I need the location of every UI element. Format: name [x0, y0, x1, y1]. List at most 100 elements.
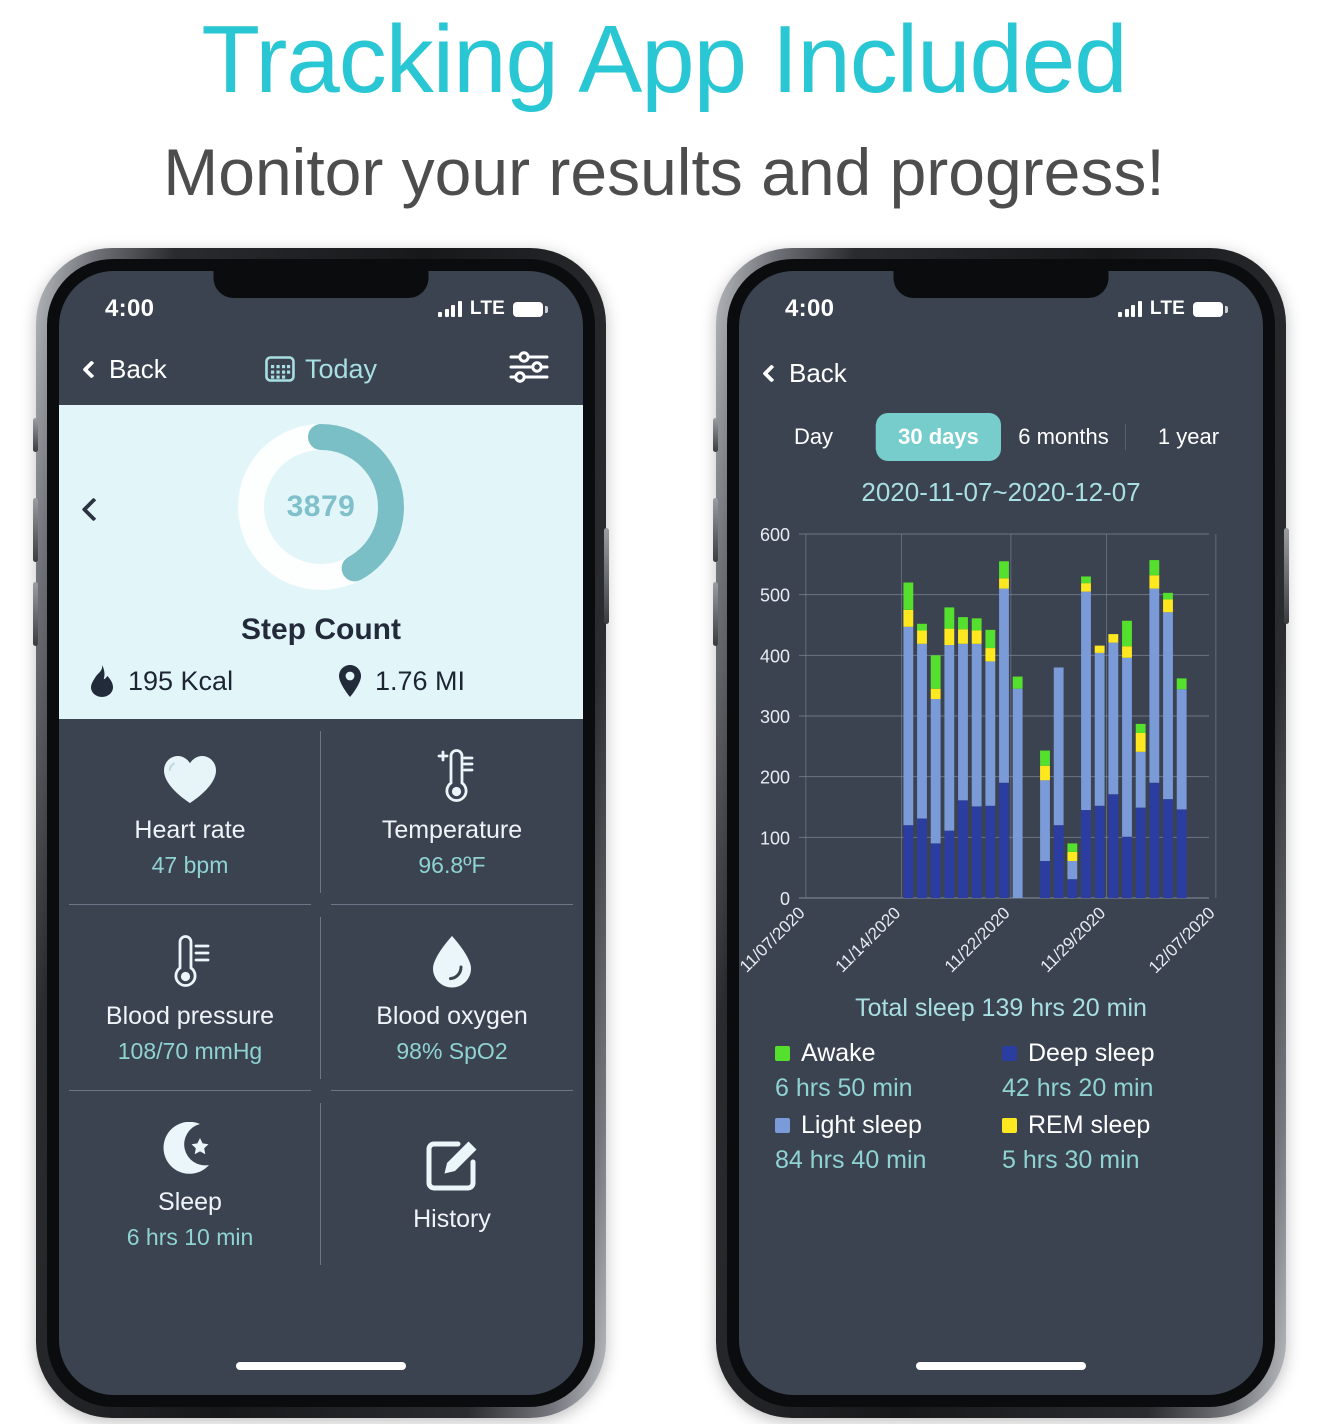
- svg-text:0: 0: [780, 889, 790, 909]
- step-count-label: Step Count: [241, 613, 401, 646]
- chevron-left-icon: [762, 363, 781, 383]
- page-subheadline: Monitor your results and progress!: [163, 135, 1165, 209]
- nav-bar-right: Back: [739, 333, 1263, 409]
- legend-swatch-deep-sleep: [1002, 1046, 1017, 1061]
- settings-button[interactable]: [507, 349, 551, 390]
- thermometer-icon: [174, 934, 210, 987]
- notch: [213, 271, 429, 298]
- poster-page: Tracking App Included Monitor your resul…: [0, 0, 1328, 1424]
- range-segmented-control: Day 30 days 6 months 1 year: [751, 409, 1251, 465]
- notch: [893, 271, 1109, 298]
- metric-blood-oxygen[interactable]: Blood oxygen 98% SpO2: [321, 905, 583, 1091]
- legend-swatch-awake: [775, 1046, 790, 1061]
- legend-item-rem-sleep: REM sleep 5 hrs 30 min: [1002, 1111, 1229, 1175]
- nav-title-label: Today: [304, 353, 378, 384]
- legend-swatch-rem-sleep: [1002, 1118, 1017, 1133]
- signal-bars-icon: [438, 301, 462, 317]
- legend-value: 5 hrs 30 min: [1002, 1146, 1140, 1174]
- metric-sleep[interactable]: Sleep 6 hrs 10 min: [59, 1091, 321, 1277]
- water-drop-icon: [433, 935, 471, 987]
- phone-right-bezel: 4:00 LTE Back Day 30 days 6 months 1 yea…: [727, 259, 1275, 1407]
- calories-value: 195 Kcal: [128, 665, 234, 696]
- phone-right-screen: 4:00 LTE Back Day 30 days 6 months 1 yea…: [739, 271, 1263, 1395]
- back-button[interactable]: Back: [82, 354, 167, 385]
- metric-history[interactable]: History: [321, 1091, 583, 1277]
- moon-star-icon: [163, 1121, 209, 1174]
- metric-value: 96.8ºF: [418, 851, 486, 878]
- legend-label: Deep sleep: [1028, 1039, 1155, 1067]
- date-range-label: 2020-11-07~2020-12-07: [861, 477, 1141, 507]
- tab-1-year[interactable]: 1 year: [1126, 413, 1251, 461]
- metric-heart-rate[interactable]: Heart rate 47 bpm: [59, 719, 321, 905]
- legend-value: 42 hrs 20 min: [1002, 1074, 1154, 1102]
- metric-label: Sleep: [158, 1187, 222, 1216]
- metric-temperature[interactable]: Temperature 96.8ºF: [321, 719, 583, 905]
- svg-text:100: 100: [760, 828, 790, 848]
- status-time: 4:00: [785, 295, 835, 322]
- battery-icon: [1193, 301, 1228, 317]
- svg-text:200: 200: [760, 768, 790, 788]
- sleep-stacked-bar-chart: 0 100 200 300 400 500 600 11/07/2020 11/14/2020 1…: [739, 524, 1259, 984]
- flame-icon: [91, 665, 113, 697]
- chart-legend: Awake 6 hrs 50 min Deep sleep 42 hrs 20 …: [739, 1023, 1263, 1179]
- phone-left-screen: 4:00 LTE Back Today 3879 Step Count 195 …: [59, 271, 583, 1395]
- status-time: 4:00: [105, 295, 155, 322]
- home-indicator[interactable]: [236, 1362, 406, 1370]
- mute-switch[interactable]: [33, 418, 38, 452]
- metric-label: Temperature: [381, 815, 523, 844]
- calories-stat: 195 Kcal: [89, 665, 304, 697]
- tab-30-days[interactable]: 30 days: [876, 413, 1001, 461]
- metric-label: Blood pressure: [105, 1001, 275, 1030]
- location-pin-icon: [339, 665, 361, 697]
- legend-item-awake: Awake 6 hrs 50 min: [775, 1039, 1002, 1103]
- svg-text:300: 300: [760, 707, 790, 727]
- mute-switch[interactable]: [713, 418, 718, 452]
- svg-text:500: 500: [760, 586, 790, 606]
- metric-blood-pressure[interactable]: Blood pressure 108/70 mmHg: [59, 905, 321, 1091]
- phone-left-bezel: 4:00 LTE Back Today 3879 Step Count 195 …: [47, 259, 595, 1407]
- signal-bars-icon: [1118, 301, 1142, 317]
- metrics-grid: Heart rate 47 bpm Temperature 96.8ºF Blo…: [59, 719, 583, 1277]
- distance-value: 1.76 MI: [375, 665, 466, 696]
- svg-text:11/07/2020: 11/07/2020: [739, 903, 809, 976]
- legend-value: 84 hrs 40 min: [775, 1146, 927, 1174]
- home-indicator[interactable]: [916, 1362, 1086, 1370]
- svg-text:12/07/2020: 12/07/2020: [1145, 903, 1217, 977]
- metric-value: 108/70 mmHg: [117, 1037, 263, 1064]
- svg-text:11/22/2020: 11/22/2020: [941, 903, 1014, 976]
- page-headline: Tracking App Included: [201, 6, 1127, 113]
- step-progress-ring: 3879: [233, 419, 409, 595]
- tab-day[interactable]: Day: [751, 413, 876, 461]
- metric-value: 98% SpO2: [396, 1037, 508, 1064]
- volume-down-button[interactable]: [713, 582, 718, 646]
- nav-title[interactable]: Today: [265, 354, 377, 385]
- metric-label: History: [413, 1204, 491, 1233]
- legend-swatch-light-sleep: [775, 1118, 790, 1133]
- chart-svg: 0 100 200 300 400 500 600 11/07/2020 11/14/2020 1…: [739, 525, 1217, 977]
- volume-up-button[interactable]: [33, 498, 38, 562]
- total-sleep-label: Total sleep 139 hrs 20 min: [855, 994, 1147, 1022]
- network-label: LTE: [1149, 298, 1185, 319]
- legend-label: Light sleep: [801, 1111, 922, 1139]
- svg-text:11/14/2020: 11/14/2020: [832, 903, 905, 976]
- legend-item-deep-sleep: Deep sleep 42 hrs 20 min: [1002, 1039, 1229, 1103]
- volume-up-button[interactable]: [713, 498, 718, 562]
- power-button[interactable]: [604, 528, 609, 624]
- thermometer-plus-icon: [437, 748, 474, 802]
- edit-square-icon: [426, 1141, 477, 1190]
- phone-right: 4:00 LTE Back Day 30 days 6 months 1 yea…: [713, 248, 1289, 1418]
- volume-down-button[interactable]: [33, 582, 38, 646]
- back-label: Back: [789, 357, 847, 388]
- battery-icon: [513, 301, 548, 317]
- tab-6-months[interactable]: 6 months: [1001, 413, 1126, 461]
- phone-left: 4:00 LTE Back Today 3879 Step Count 195 …: [33, 248, 609, 1418]
- power-button[interactable]: [1284, 528, 1289, 624]
- chevron-left-icon: [82, 359, 101, 379]
- step-count-value: 3879: [286, 490, 356, 523]
- svg-text:600: 600: [760, 525, 790, 545]
- back-button[interactable]: Back: [762, 357, 847, 389]
- svg-text:11/29/2020: 11/29/2020: [1037, 903, 1110, 976]
- nav-bar-left: Back Today: [59, 333, 583, 405]
- sliders-icon: [509, 350, 549, 383]
- distance-stat: 1.76 MI: [304, 665, 553, 697]
